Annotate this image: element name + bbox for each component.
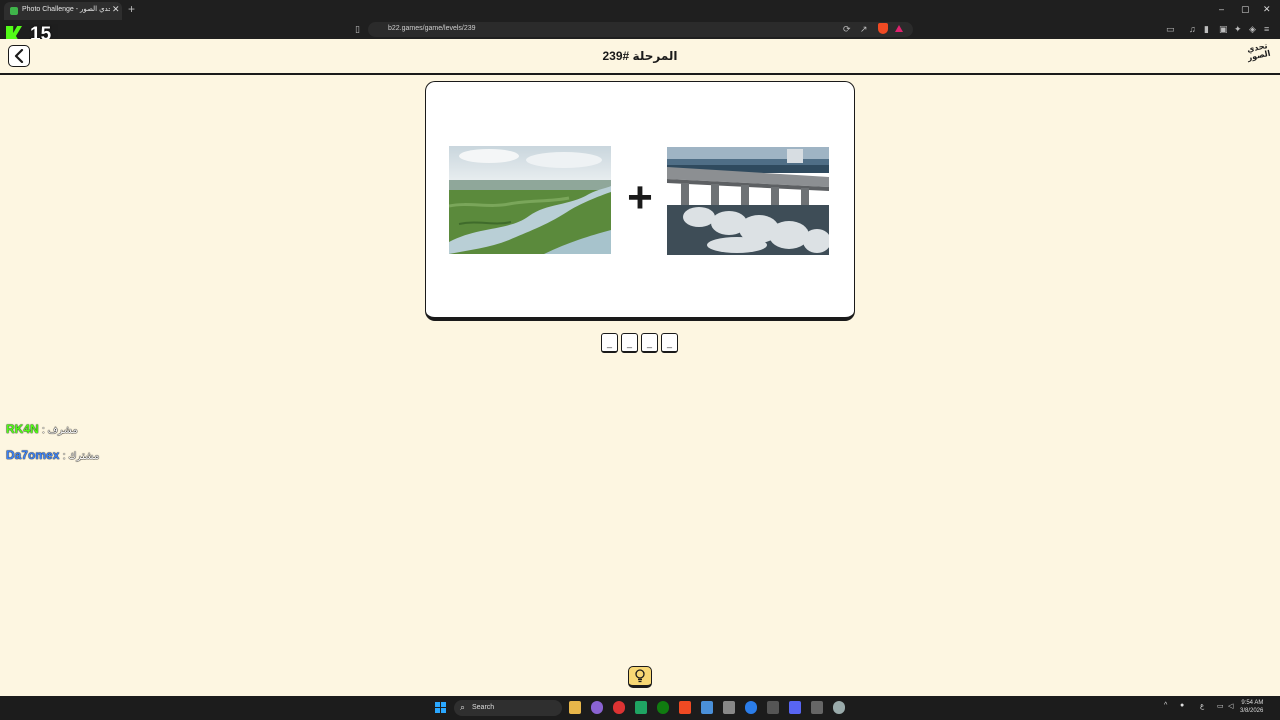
brave-rewards-icon[interactable] [895, 25, 903, 32]
answer-slot[interactable]: _ [601, 333, 618, 353]
edge-icon[interactable] [745, 701, 757, 714]
brave-shields-icon[interactable] [878, 23, 888, 34]
sidebar-icon[interactable]: ▮ [1204, 24, 1209, 35]
chevron-left-icon [14, 49, 24, 63]
bookmark-icon[interactable]: ▯ [355, 24, 360, 35]
new-tab-button[interactable]: + [128, 2, 135, 16]
hint-button[interactable] [628, 666, 652, 688]
network-icon[interactable]: ▭ [1217, 702, 1224, 710]
chat-player: RK4N : مشرف [6, 422, 78, 436]
security-icon[interactable] [701, 701, 713, 714]
taskbar-clock[interactable]: 9:54 AM 3/8/2026 [1240, 699, 1263, 715]
clock-time: 9:54 AM [1241, 700, 1264, 706]
answer-slot[interactable]: _ [621, 333, 638, 353]
tab-close-icon[interactable]: ✕ [112, 4, 120, 15]
river-landscape-image [449, 146, 611, 254]
tab-favicon-icon [10, 7, 18, 15]
microphone-icon[interactable]: ● [1180, 702, 1184, 709]
player-role: : مشترك [62, 451, 100, 462]
menu-icon[interactable]: ≡ [1264, 24, 1269, 34]
tray-chevron-icon[interactable]: ^ [1164, 702, 1167, 709]
player-role: : مشرف [42, 425, 78, 436]
minimize-button[interactable]: – [1219, 4, 1224, 14]
back-button[interactable] [8, 45, 30, 67]
discord-icon[interactable] [789, 701, 801, 714]
translate-icon[interactable]: ⟳ [843, 24, 851, 35]
clock-date: 3/8/2026 [1240, 708, 1264, 714]
screenshot-icon[interactable]: ▭ [1166, 24, 1175, 35]
tab-title: Photo Challenge - تحدي الصور [22, 6, 110, 13]
language-icon[interactable]: ع [1200, 702, 1204, 710]
app-icon[interactable] [591, 701, 603, 714]
lightbulb-icon [635, 669, 645, 683]
wallet-icon[interactable]: ▣ [1219, 24, 1228, 35]
chat-player: Da7omex : مشترك [6, 448, 99, 462]
player-name: Da7omex [6, 448, 60, 462]
search-label: Search [472, 704, 495, 711]
app-icon[interactable] [723, 701, 735, 714]
brave-icon[interactable] [679, 701, 691, 714]
taskbar-search[interactable]: ⌕ Search [454, 700, 562, 716]
answer-slot[interactable]: _ [661, 333, 678, 353]
address-bar[interactable]: b22.games/game/levels/239 [368, 22, 913, 37]
xbox-icon[interactable] [657, 701, 669, 714]
sheets-icon[interactable] [635, 701, 647, 714]
dam-spillway-image [667, 147, 829, 255]
media-icon[interactable]: ♫ [1189, 24, 1196, 34]
url-text: b22.games/game/levels/239 [388, 25, 476, 32]
vpn-icon[interactable]: ◈ [1249, 24, 1256, 35]
maximize-button[interactable]: ▢ [1241, 4, 1250, 15]
close-window-button[interactable]: ✕ [1263, 4, 1271, 15]
page-title: المرحلة #239 [602, 49, 678, 63]
epic-games-icon[interactable] [767, 701, 779, 714]
leo-icon[interactable]: ✦ [1234, 24, 1242, 35]
chrome-icon[interactable] [613, 701, 625, 714]
plus-icon: + [627, 173, 653, 222]
file-explorer-icon[interactable] [569, 701, 581, 714]
browser-tab[interactable]: Photo Challenge - تحدي الصور ✕ [4, 2, 122, 20]
browser-tab-bar: Photo Challenge - تحدي الصور ✕ + – ▢ ✕ [0, 0, 1280, 20]
windows-start-icon[interactable] [435, 702, 447, 714]
share-icon[interactable]: ↗ [860, 24, 868, 35]
search-icon: ⌕ [460, 702, 466, 712]
player-name: RK4N [6, 422, 39, 436]
app-icon[interactable] [811, 701, 823, 714]
settings-icon[interactable] [833, 701, 845, 714]
volume-icon[interactable]: ◁ [1228, 702, 1233, 710]
answer-slot[interactable]: _ [641, 333, 658, 353]
